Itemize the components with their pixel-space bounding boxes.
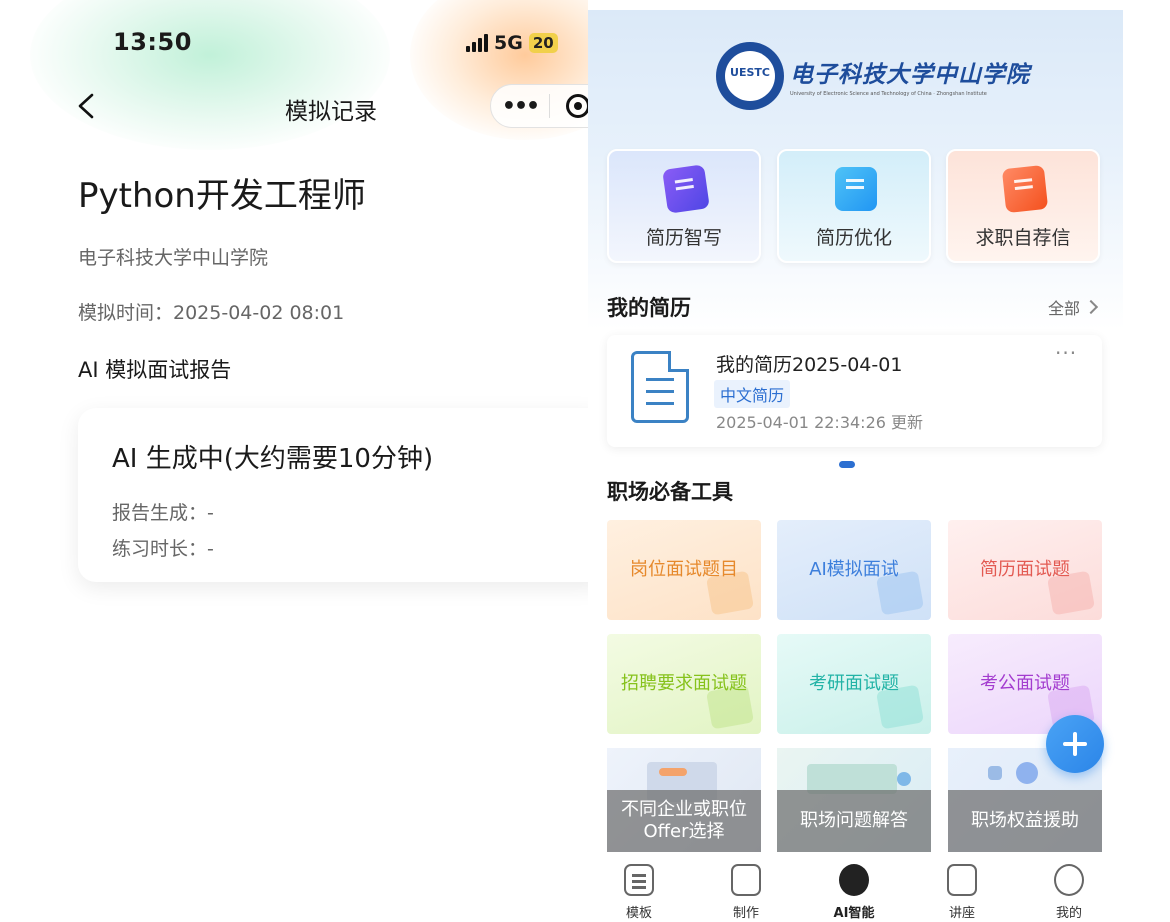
tool-label: 职场问题解答 bbox=[777, 790, 931, 852]
tool-label: 考公面试题 bbox=[980, 672, 1070, 694]
calendar-icon bbox=[947, 864, 977, 896]
template-icon bbox=[624, 864, 654, 896]
resume-card[interactable]: 我的简历2025-04-01 中文简历 2025-04-01 22:34:26 … bbox=[607, 335, 1102, 447]
tool-label: 岗位面试题目 bbox=[630, 558, 738, 580]
bottom-tab-bar: 模板 制作 AI智能 讲座 我的 bbox=[588, 858, 1123, 922]
tab-label: AI智能 bbox=[833, 906, 875, 921]
carousel-indicator bbox=[839, 461, 855, 468]
battery-icon: 20 bbox=[528, 33, 558, 53]
signal-icon bbox=[466, 34, 488, 52]
make-icon bbox=[731, 864, 761, 896]
school-name: 电子科技大学中山学院 bbox=[78, 247, 269, 269]
school-logo-english: University of Electronic Science and Tec… bbox=[790, 91, 987, 97]
profile-icon bbox=[1054, 864, 1084, 896]
tool-postgrad-interview[interactable]: 考研面试题 bbox=[777, 634, 931, 734]
school-seal-icon: UESTC bbox=[716, 42, 784, 110]
resume-more-button[interactable]: ··· bbox=[1055, 341, 1077, 365]
tab-label: 讲座 bbox=[948, 906, 975, 921]
tool-job-interview-questions[interactable]: 岗位面试题目 bbox=[607, 520, 761, 620]
resume-updated-time: 2025-04-01 22:34:26 更新 bbox=[716, 413, 924, 432]
close-target-icon[interactable] bbox=[566, 94, 588, 118]
network-label: 5G bbox=[494, 32, 523, 54]
report-generated-field: 报告生成：- bbox=[112, 502, 214, 524]
job-title: Python开发工程师 bbox=[78, 176, 366, 216]
more-menu-button[interactable]: ••• bbox=[491, 94, 549, 119]
tool-resume-interview-questions[interactable]: 简历面试题 bbox=[948, 520, 1102, 620]
document-icon bbox=[631, 351, 689, 423]
tool-label: AI模拟面试 bbox=[809, 558, 899, 580]
simulation-time: 模拟时间：2025-04-02 08:01 bbox=[78, 302, 345, 324]
tool-offer-choice[interactable]: 不同企业或职位Offer选择 bbox=[607, 748, 761, 852]
resume-language-tag: 中文简历 bbox=[714, 380, 791, 408]
tab-lecture[interactable]: 讲座 bbox=[922, 864, 1002, 921]
capsule-divider bbox=[549, 94, 550, 118]
practice-duration-field: 练习时长：- bbox=[112, 538, 214, 560]
workplace-tools-heading: 职场必备工具 bbox=[607, 480, 733, 504]
tool-label: 考研面试题 bbox=[809, 672, 899, 694]
tool-label: 职场权益援助 bbox=[948, 790, 1102, 852]
top-tool-label: 简历智写 bbox=[645, 227, 722, 249]
tool-label: 不同企业或职位Offer选择 bbox=[607, 790, 761, 852]
status-time: 13:50 bbox=[113, 28, 192, 56]
tool-label: 简历面试题 bbox=[980, 558, 1070, 580]
interview-record-screen: 13:50 5G 20 模拟记录 ••• Python开发工程师 电子科技大学中… bbox=[0, 0, 588, 922]
my-resume-heading: 我的简历 bbox=[607, 296, 691, 320]
school-logo-name: 电子科技大学中山学院 bbox=[790, 61, 1030, 88]
resume-write-icon bbox=[662, 164, 710, 214]
tab-label: 我的 bbox=[1055, 906, 1082, 921]
tab-label: 制作 bbox=[732, 906, 759, 921]
resume-write-button[interactable]: 简历智写 bbox=[607, 149, 761, 263]
top-tool-label: 求职自荐信 bbox=[975, 227, 1071, 249]
tab-template[interactable]: 模板 bbox=[599, 864, 679, 921]
report-status-title: AI 生成中(大约需要10分钟) bbox=[112, 444, 434, 474]
tab-ai[interactable]: AI智能 bbox=[814, 864, 894, 921]
chevron-right-icon bbox=[1083, 299, 1099, 315]
cover-letter-icon bbox=[1001, 164, 1049, 214]
tool-workplace-qa[interactable]: 职场问题解答 bbox=[777, 748, 931, 852]
resume-optimize-icon bbox=[835, 167, 877, 211]
see-all-link[interactable]: 全部 bbox=[1048, 295, 1099, 319]
tab-make[interactable]: 制作 bbox=[706, 864, 786, 921]
school-logo: UESTC 电子科技大学中山学院 University of Electroni… bbox=[716, 42, 1030, 110]
tab-label: 模板 bbox=[625, 906, 652, 921]
tool-recruitment-questions[interactable]: 招聘要求面试题 bbox=[607, 634, 761, 734]
background-glow-green bbox=[30, 0, 390, 150]
tool-label: 招聘要求面试题 bbox=[621, 672, 747, 694]
status-indicators: 5G 20 bbox=[466, 32, 558, 54]
tab-profile[interactable]: 我的 bbox=[1029, 864, 1109, 921]
ai-icon bbox=[839, 864, 869, 896]
mini-program-capsule: ••• bbox=[490, 84, 588, 128]
resume-name: 我的简历2025-04-01 bbox=[716, 354, 903, 376]
resume-optimize-button[interactable]: 简历优化 bbox=[777, 149, 931, 263]
report-heading: AI 模拟面试报告 bbox=[78, 358, 232, 382]
report-status-card[interactable]: AI 生成中(大约需要10分钟) 报告生成：- 练习时长：- bbox=[78, 408, 588, 582]
ai-tools-screen: UESTC 电子科技大学中山学院 University of Electroni… bbox=[588, 0, 1170, 922]
see-all-label: 全部 bbox=[1048, 299, 1081, 318]
cover-letter-button[interactable]: 求职自荐信 bbox=[946, 149, 1100, 263]
top-tool-label: 简历优化 bbox=[815, 227, 892, 249]
tool-ai-mock-interview[interactable]: AI模拟面试 bbox=[777, 520, 931, 620]
tool-civil-service-interview[interactable]: 考公面试题 bbox=[948, 634, 1102, 734]
